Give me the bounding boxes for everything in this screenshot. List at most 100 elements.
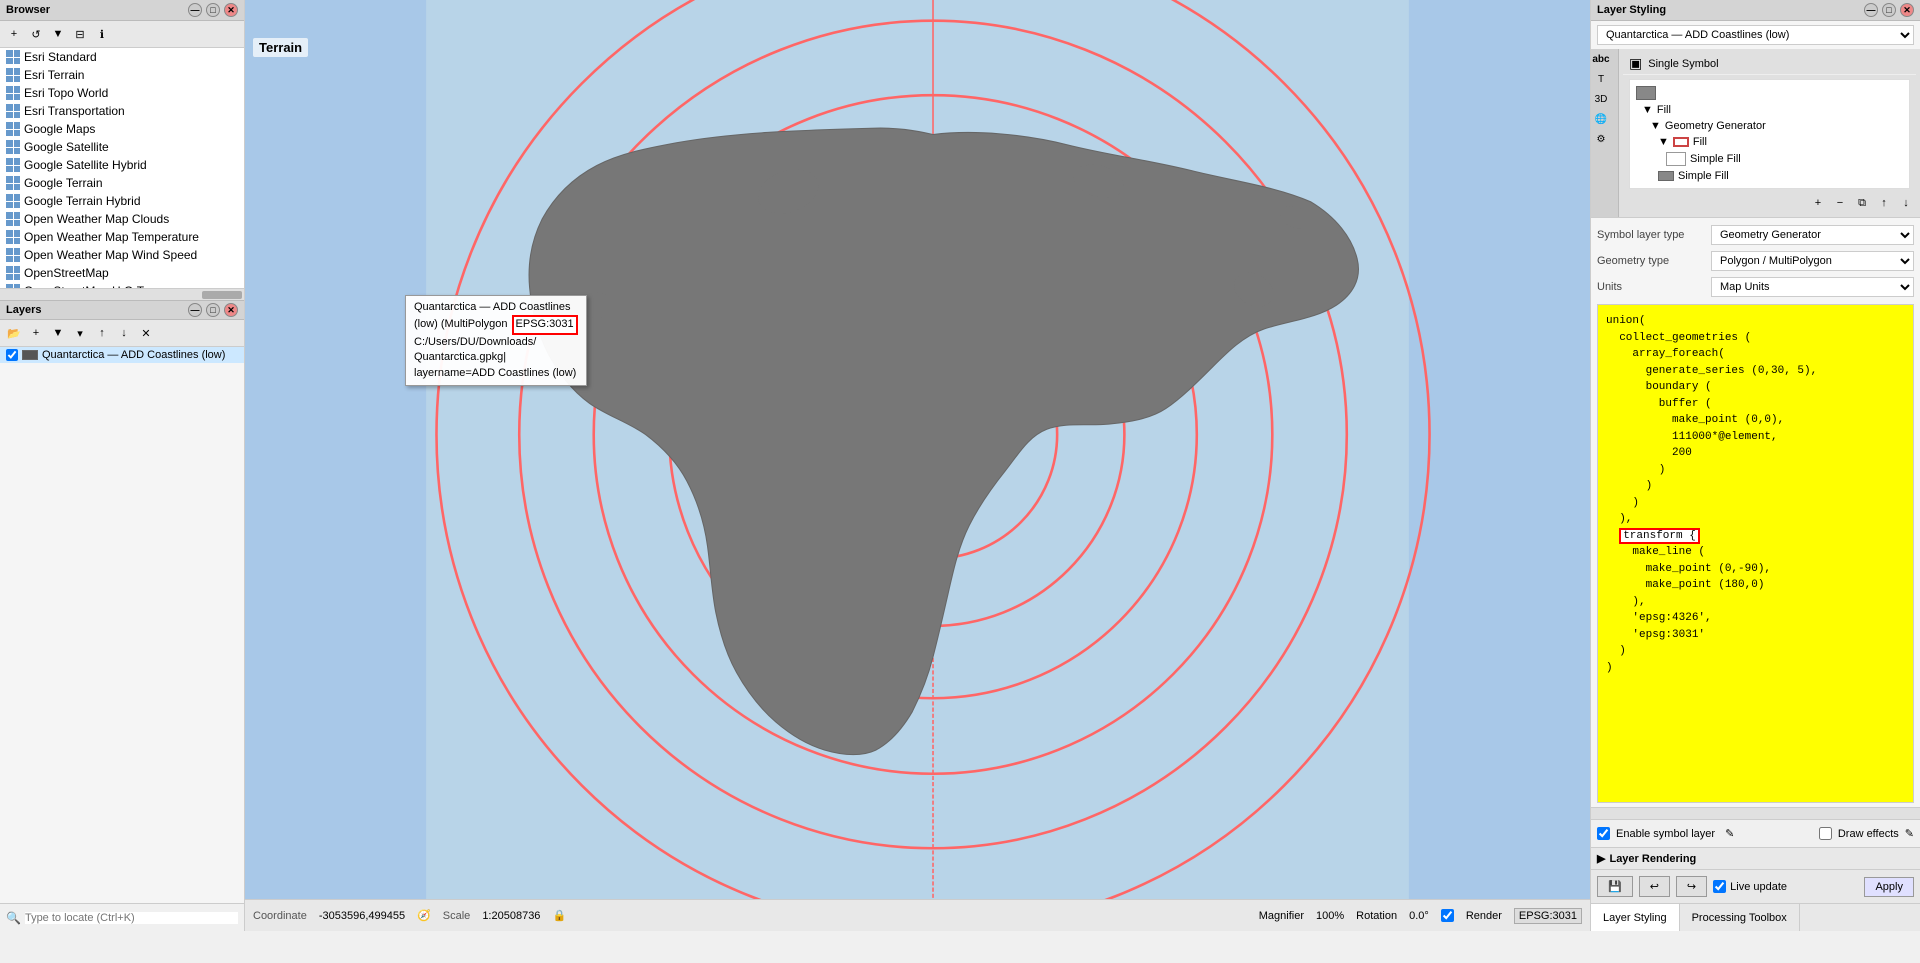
layers-title: Layers [6,304,41,316]
geometry-type-select[interactable]: Polygon / MultiPolygon [1711,251,1914,271]
browser-item-google-maps[interactable]: Google Maps [0,120,244,138]
styling-icon-globe[interactable]: 🌐 [1591,109,1611,129]
browser-item-owm-wind[interactable]: Open Weather Map Wind Speed [0,246,244,264]
styling-float[interactable]: □ [1882,3,1896,17]
units-select[interactable]: Map Units [1711,277,1914,297]
live-update-checkbox[interactable] [1713,880,1726,893]
browser-item-google-satellite[interactable]: Google Satellite [0,138,244,156]
styling-close[interactable]: ✕ [1900,3,1914,17]
layers-remove-btn[interactable]: ✕ [136,323,156,343]
browser-item-google-terrain[interactable]: Google Terrain [0,174,244,192]
simple-fill-color-box [1666,152,1686,166]
fill2-label: Fill [1693,136,1707,148]
google-terrain-label: Google Terrain [24,176,103,190]
layer-item-quantarctica[interactable]: Quantarctica — ADD Coastlines (low) [0,347,244,363]
expand-geogen-icon: ▼ [1650,120,1661,132]
layers-float[interactable]: □ [206,303,220,317]
terrain-label: Terrain [253,38,308,57]
fill-color-box [1636,86,1656,100]
expand-layer-rendering-icon[interactable]: ▶ [1597,852,1605,865]
styling-duplicate-btn[interactable]: ⧉ [1852,193,1872,213]
enable-symbol-checkbox[interactable] [1597,827,1610,840]
code-h-scrollbar[interactable] [1591,807,1920,819]
sym-layer-type-select[interactable]: Geometry Generator [1711,225,1914,245]
rotation-label: Rotation [1356,910,1397,922]
browser-filter-btn[interactable]: ▼ [48,24,68,44]
code-content: union( collect_geometries ( array_foreac… [1606,313,1905,676]
draw-effects-checkbox[interactable] [1819,827,1832,840]
browser-float[interactable]: □ [206,3,220,17]
google-satellite-label: Google Satellite [24,140,109,154]
layer-select[interactable]: Quantarctica — ADD Coastlines (low) [1597,25,1914,45]
fill2-color-box [1673,137,1689,147]
styling-icon-settings[interactable]: ⚙ [1591,129,1611,149]
layers-close[interactable]: ✕ [224,303,238,317]
layers-minimize[interactable]: — [188,303,202,317]
layers-open-btn[interactable]: 📂 [4,323,24,343]
browser-item-google-sat-hybrid[interactable]: Google Satellite Hybrid [0,156,244,174]
code-editor[interactable]: union( collect_geometries ( array_foreac… [1597,304,1914,803]
enable-symbol-label: Enable symbol layer [1616,828,1715,840]
styling-minimize[interactable]: — [1864,3,1878,17]
browser-add-btn[interactable]: + [4,24,24,44]
google-sat-hybrid-label: Google Satellite Hybrid [24,158,147,172]
owm-wind-icon [6,248,20,262]
lock-icon: 🔒 [552,909,566,922]
coordinate-label: Coordinate [253,910,307,922]
styling-icon-text[interactable]: T [1591,69,1611,89]
browser-minimize[interactable]: — [188,3,202,17]
tab-layer-styling[interactable]: Layer Styling [1591,904,1680,931]
browser-close[interactable]: ✕ [224,3,238,17]
tooltip-line3: C:/Users/DU/Downloads/ [414,335,578,350]
browser-item-esri-terrain[interactable]: Esri Terrain [0,66,244,84]
esri-transport-icon [6,104,20,118]
layers-down-btn[interactable]: ↓ [114,323,134,343]
styling-up-btn[interactable]: ↑ [1874,193,1894,213]
styling-edit-icon[interactable]: ✎ [1725,827,1734,840]
browser-item-osm[interactable]: OpenStreetMap [0,264,244,282]
simple-fill-label: Simple Fill [1690,153,1741,165]
esri-standard-label: Esri Standard [24,50,97,64]
undo-btn[interactable]: ↩ [1639,876,1670,897]
save-btn[interactable]: 💾 [1597,876,1633,897]
google-terrain-icon [6,176,20,190]
layers-add-btn[interactable]: + [26,323,46,343]
rotation-value: 0.0° [1409,910,1429,922]
browser-item-google-terrain-hybrid[interactable]: Google Terrain Hybrid [0,192,244,210]
tooltip-line5: layername=ADD Coastlines (low) [414,366,578,381]
coordinate-value: -3053596,499455 [319,910,405,922]
tab-processing-toolbox[interactable]: Processing Toolbox [1680,904,1800,931]
browser-collapse-btn[interactable]: ⊟ [70,24,90,44]
layers-up-btn[interactable]: ↑ [92,323,112,343]
tooltip-epsg: EPSG:3031 [512,315,578,334]
google-terrain-hybrid-icon [6,194,20,208]
apply-btn[interactable]: Apply [1864,877,1914,897]
render-checkbox[interactable] [1441,909,1454,922]
draw-effects-icon[interactable]: ✎ [1905,827,1914,840]
owm-clouds-icon [6,212,20,226]
styling-icon-3d[interactable]: 3D [1591,89,1611,109]
styling-remove-layer-btn[interactable]: − [1830,193,1850,213]
styling-down-btn[interactable]: ↓ [1896,193,1916,213]
layers-more-btn[interactable]: ▾ [70,323,90,343]
browser-title: Browser [6,4,50,16]
redo-btn[interactable]: ↪ [1676,876,1707,897]
browser-item-owm-temp[interactable]: Open Weather Map Temperature [0,228,244,246]
compass-icon: 🧭 [417,909,431,922]
esri-topo-icon [6,86,20,100]
browser-item-esri-transport[interactable]: Esri Transportation [0,102,244,120]
browser-properties-btn[interactable]: ℹ [92,24,112,44]
expand-fill2-icon: ▼ [1658,136,1669,148]
render-label: Render [1466,910,1502,922]
google-terrain-hybrid-label: Google Terrain Hybrid [24,194,141,208]
google-sat-hybrid-icon [6,158,20,172]
styling-add-layer-btn[interactable]: + [1808,193,1828,213]
browser-item-owm-clouds[interactable]: Open Weather Map Clouds [0,210,244,228]
browser-refresh-btn[interactable]: ↺ [26,24,46,44]
browser-item-esri-topo[interactable]: Esri Topo World [0,84,244,102]
layer-checkbox-quantarctica[interactable] [6,349,18,361]
browser-item-esri-standard[interactable]: Esri Standard [0,48,244,66]
styling-icon-abc[interactable]: abc [1591,49,1611,69]
locate-input[interactable] [25,912,238,924]
layers-filter-btn[interactable]: ▼ [48,323,68,343]
